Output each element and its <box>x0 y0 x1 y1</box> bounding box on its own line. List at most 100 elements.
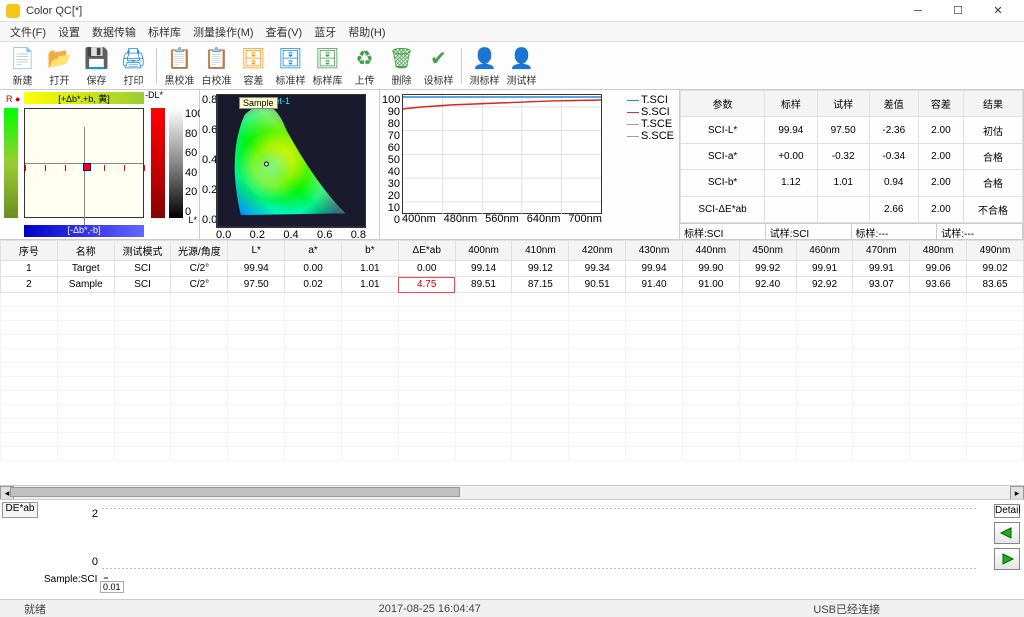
maximize-button[interactable]: ☐ <box>938 0 978 22</box>
menu-item[interactable]: 查看(V) <box>260 22 309 42</box>
minimize-button[interactable]: ─ <box>898 0 938 22</box>
col-header[interactable]: 名称 <box>57 241 114 261</box>
toolbar-白校准[interactable]: 📋白校准 <box>200 44 233 87</box>
col-header[interactable]: 440nm <box>682 241 739 261</box>
label: 删除 <box>392 72 412 87</box>
label: 黑校准 <box>165 72 195 87</box>
删除-icon: 🗑 <box>388 44 416 72</box>
bchart-foot: Sample:SCI <box>44 574 97 585</box>
col-header[interactable]: 400nm <box>455 241 512 261</box>
测标样-icon: 👤 <box>471 44 499 72</box>
pfooter-cell: 标样:SCI <box>680 224 766 239</box>
toolbar-设标样[interactable]: ✔设标样 <box>422 44 455 87</box>
label: 标样库 <box>313 72 343 87</box>
toolbar-测标样[interactable]: 👤测标样 <box>468 44 501 87</box>
toolbar-标准样[interactable]: 🗄标准样 <box>274 44 307 87</box>
cie-yaxis: 0.80.60.40.20.0 <box>202 94 214 226</box>
cie-diagram[interactable]: Target-1 Sample <box>216 94 366 228</box>
bar-label: 0.01 <box>100 581 124 593</box>
sample-marker <box>83 163 91 171</box>
r-indicator: R ● <box>6 94 20 104</box>
toolbar-测试样[interactable]: 👤测试样 <box>505 44 538 87</box>
col-header[interactable]: 430nm <box>626 241 683 261</box>
pfooter-cell: 试样:--- <box>937 224 1023 239</box>
toolbar-标样库[interactable]: 🗄标样库 <box>311 44 344 87</box>
ptable-header: 参数 <box>681 91 765 117</box>
ptable-header: 容差 <box>918 91 963 117</box>
toolbar-保存[interactable]: 💾保存 <box>80 44 113 87</box>
col-header[interactable]: 420nm <box>569 241 626 261</box>
col-header[interactable]: 450nm <box>739 241 796 261</box>
scroll-right-icon[interactable]: ▸ <box>1010 486 1024 499</box>
col-header[interactable]: 490nm <box>967 241 1024 261</box>
next-button[interactable] <box>994 548 1020 570</box>
p1-bot-label: [-Δb*,-b] <box>24 225 144 237</box>
menu-item[interactable]: 文件(F) <box>4 22 52 42</box>
toolbar-打印[interactable]: 🖨打印 <box>117 44 150 87</box>
保存-icon: 💾 <box>83 44 111 72</box>
ptable-header: 标样 <box>765 91 818 117</box>
green-bar <box>4 108 18 218</box>
titlebar: Color QC[*] ─ ☐ ✕ <box>0 0 1024 22</box>
menu-item[interactable]: 帮助(H) <box>342 22 391 42</box>
spectrum-panel: 1009080706050403020100 T.SCIS.SCIT.SC <box>380 90 680 239</box>
toolbar-容差[interactable]: 🗄容差 <box>237 44 270 87</box>
col-header[interactable]: 测试模式 <box>114 241 171 261</box>
toolbar-新建[interactable]: 📄新建 <box>6 44 39 87</box>
toolbar-黑校准[interactable]: 📋黑校准 <box>163 44 196 87</box>
separator <box>156 48 157 84</box>
deab-tab[interactable]: DE*ab <box>2 502 38 518</box>
白校准-icon: 📋 <box>203 44 231 72</box>
col-header[interactable]: L* <box>228 241 285 261</box>
main-area: 序号名称测试模式光源/角度L*a*b*ΔE*ab400nm410nm420nm4… <box>0 240 1024 499</box>
hscrollbar[interactable]: ◂ ▸ <box>0 485 1024 499</box>
设标样-icon: ✔ <box>425 44 453 72</box>
menu-item[interactable]: 测量操作(M) <box>187 22 260 42</box>
上传-icon: ♻ <box>351 44 379 72</box>
col-header[interactable]: 序号 <box>1 241 58 261</box>
col-header[interactable]: b* <box>341 241 398 261</box>
menu-item[interactable]: 数据传输 <box>86 22 142 42</box>
grey-bar <box>169 108 183 218</box>
col-header[interactable]: 光源/角度 <box>171 241 228 261</box>
label: 测标样 <box>470 72 500 87</box>
col-header[interactable]: 410nm <box>512 241 569 261</box>
data-scroll[interactable]: 序号名称测试模式光源/角度L*a*b*ΔE*ab400nm410nm420nm4… <box>0 240 1024 485</box>
col-header[interactable]: ΔE*ab <box>398 241 455 261</box>
prev-button[interactable] <box>994 522 1020 544</box>
menu-item[interactable]: 蓝牙 <box>308 22 342 42</box>
ptable-header: 差值 <box>869 91 918 117</box>
menu-item[interactable]: 标样库 <box>142 22 187 42</box>
close-button[interactable]: ✕ <box>978 0 1018 22</box>
detail-button[interactable]: Detail <box>994 504 1020 518</box>
table-row[interactable]: 1TargetSCIC/2°99.940.001.010.0099.1499.1… <box>1 261 1024 277</box>
status-conn: USB已经连接 <box>797 601 896 617</box>
statusbar: 就绪 2017-08-25 16:04:47 USB已经连接 <box>0 599 1024 617</box>
toolbar-打开[interactable]: 📂打开 <box>43 44 76 87</box>
toolbar-删除[interactable]: 🗑删除 <box>385 44 418 87</box>
table-row[interactable]: 2SampleSCIC/2°97.500.021.014.7589.5187.1… <box>1 277 1024 293</box>
col-header[interactable]: 470nm <box>853 241 910 261</box>
toolbar-上传[interactable]: ♻上传 <box>348 44 381 87</box>
label: 打印 <box>124 72 144 87</box>
ptable-row: SCI-b*1.121.010.942.00合格 <box>681 170 1023 196</box>
spec-legend: T.SCIS.SCIT.SCES.SCE <box>627 94 675 142</box>
容差-icon: 🗄 <box>240 44 268 72</box>
col-header[interactable]: 480nm <box>910 241 967 261</box>
lab-canvas[interactable] <box>24 108 144 218</box>
col-header[interactable]: 460nm <box>796 241 853 261</box>
deab-chart[interactable]: 20 0.01 Sample:SCI <box>44 504 986 595</box>
bottom-nav: Detail <box>990 500 1024 599</box>
menu-item[interactable]: 设置 <box>52 22 86 42</box>
col-header[interactable]: a* <box>285 241 342 261</box>
scroll-thumb[interactable] <box>10 487 460 497</box>
data-table: 序号名称测试模式光源/角度L*a*b*ΔE*ab400nm410nm420nm4… <box>0 240 1024 461</box>
label: 测试样 <box>507 72 537 87</box>
l-scale: 100806040200 <box>185 108 197 218</box>
spectrum-chart[interactable] <box>402 94 602 214</box>
menubar: 文件(F)设置数据传输标样库测量操作(M)查看(V)蓝牙帮助(H) <box>0 22 1024 42</box>
param-footer: 标样:SCI试样:SCI标样:---试样:--- <box>680 223 1023 239</box>
打开-icon: 📂 <box>46 44 74 72</box>
pfooter-cell: 试样:SCI <box>766 224 852 239</box>
label: 新建 <box>13 72 33 87</box>
